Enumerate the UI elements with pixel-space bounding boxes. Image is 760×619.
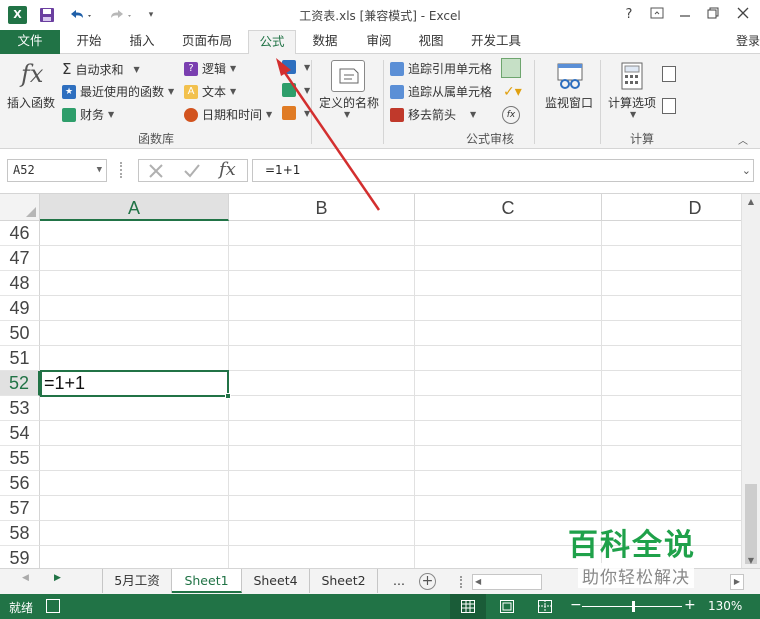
new-sheet-icon[interactable]: +: [419, 573, 436, 590]
macro-record-icon[interactable]: [46, 599, 60, 613]
sheet-tab[interactable]: 5月工资: [102, 569, 172, 593]
zoom-in-button[interactable]: +: [684, 597, 696, 613]
zoom-level[interactable]: 130%: [708, 599, 742, 613]
sheet-tab-active[interactable]: Sheet1: [172, 569, 242, 593]
prev-sheet-icon[interactable]: ◀: [22, 573, 29, 583]
page-layout-view-icon[interactable]: [500, 600, 514, 616]
zoom-slider[interactable]: [582, 601, 682, 612]
watermark-title: 百科全说: [568, 528, 696, 563]
status-bar: 就绪 − + 130%: [0, 594, 760, 619]
normal-view-button[interactable]: [450, 594, 486, 619]
next-sheet-icon[interactable]: ▶: [54, 573, 61, 583]
sheet-tab[interactable]: Sheet4: [242, 569, 310, 593]
excel-window: X ▾ 工资表.xls [兼容模式] - Excel ? 文件 开始 插入 页面…: [0, 0, 760, 619]
scroll-right-icon[interactable]: ▶: [730, 574, 744, 590]
more-sheets-button[interactable]: ...: [384, 569, 414, 593]
scroll-left-icon[interactable]: ◀: [475, 577, 481, 586]
zoom-out-button[interactable]: −: [570, 597, 582, 613]
watermark-subtitle: 助你轻松解决: [578, 563, 694, 588]
zoom-slider-thumb[interactable]: [632, 601, 635, 612]
page-break-view-icon[interactable]: [538, 600, 552, 616]
horizontal-scrollbar[interactable]: ◀: [472, 574, 542, 590]
sheet-tab[interactable]: Sheet2: [310, 569, 378, 593]
status-mode: 就绪: [9, 601, 34, 615]
tab-splitter[interactable]: [460, 576, 463, 588]
